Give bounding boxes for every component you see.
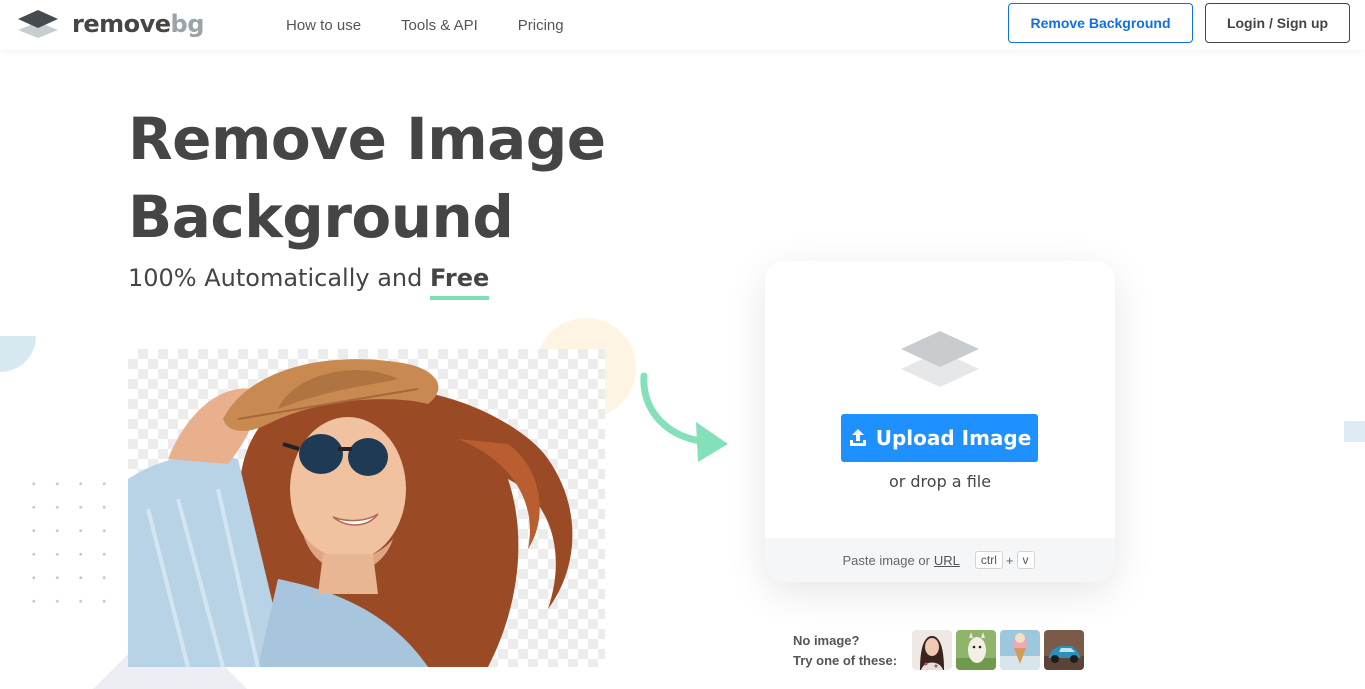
- subtitle-text: 100% Automatically and: [128, 264, 423, 292]
- subtitle-emphasis: Free: [430, 264, 490, 300]
- sample-thumbnail-woman[interactable]: [912, 630, 952, 670]
- nav-how-to-use[interactable]: How to use: [286, 17, 361, 34]
- upload-card[interactable]: Upload Image or drop a file Paste image …: [765, 261, 1115, 582]
- paste-text: Paste image or: [842, 552, 930, 568]
- login-signup-button[interactable]: Login / Sign up: [1205, 3, 1350, 43]
- layers-placeholder-icon: [901, 331, 979, 387]
- hero-subtitle: 100% Automatically and Free: [128, 264, 490, 300]
- decorative-square: [1344, 421, 1365, 442]
- upload-button-label: Upload Image: [875, 426, 1032, 450]
- nav-tools-api[interactable]: Tools & API: [401, 17, 478, 34]
- sample-label-line-2: Try one of these:: [793, 653, 898, 668]
- paste-url-link[interactable]: URL: [934, 553, 960, 568]
- v-key: v: [1016, 551, 1035, 569]
- sample-thumbnail-ice-cream[interactable]: [1000, 630, 1040, 670]
- sample-thumbnail-car[interactable]: [1044, 630, 1084, 670]
- example-image-transparent-background: [128, 349, 605, 667]
- ctrl-key: ctrl: [974, 551, 1003, 569]
- decorative-circle: [0, 336, 36, 372]
- sample-thumbnails: [912, 630, 1088, 670]
- drop-file-hint: or drop a file: [888, 472, 992, 491]
- curved-arrow-icon: [640, 372, 728, 462]
- woman-with-hat-illustration: [128, 359, 573, 667]
- site-header: removebg How to use Tools & API Pricing …: [0, 0, 1365, 50]
- page-title: Remove Image Background: [128, 100, 688, 256]
- nav-pricing[interactable]: Pricing: [518, 17, 564, 34]
- title-line-1: Remove Image: [128, 105, 606, 173]
- decorative-dot-grid: [22, 472, 122, 622]
- logo-text: removebg: [72, 10, 204, 38]
- remove-background-button[interactable]: Remove Background: [1008, 3, 1193, 43]
- title-line-2: Background: [128, 183, 514, 251]
- upload-icon: [849, 429, 866, 446]
- upload-image-button[interactable]: Upload Image: [841, 414, 1038, 462]
- sample-label-line-1: No image?: [793, 633, 860, 648]
- sample-thumbnail-llama[interactable]: [956, 630, 996, 670]
- plus-sign: +: [1005, 552, 1014, 568]
- layers-logo-icon: [18, 10, 58, 38]
- paste-hint-bar: Paste image or URL ctrl + v: [765, 538, 1115, 582]
- sample-images-label: No image? Try one of these:: [793, 631, 897, 671]
- logo[interactable]: removebg: [16, 8, 204, 40]
- main-nav: How to use Tools & API Pricing: [286, 0, 604, 50]
